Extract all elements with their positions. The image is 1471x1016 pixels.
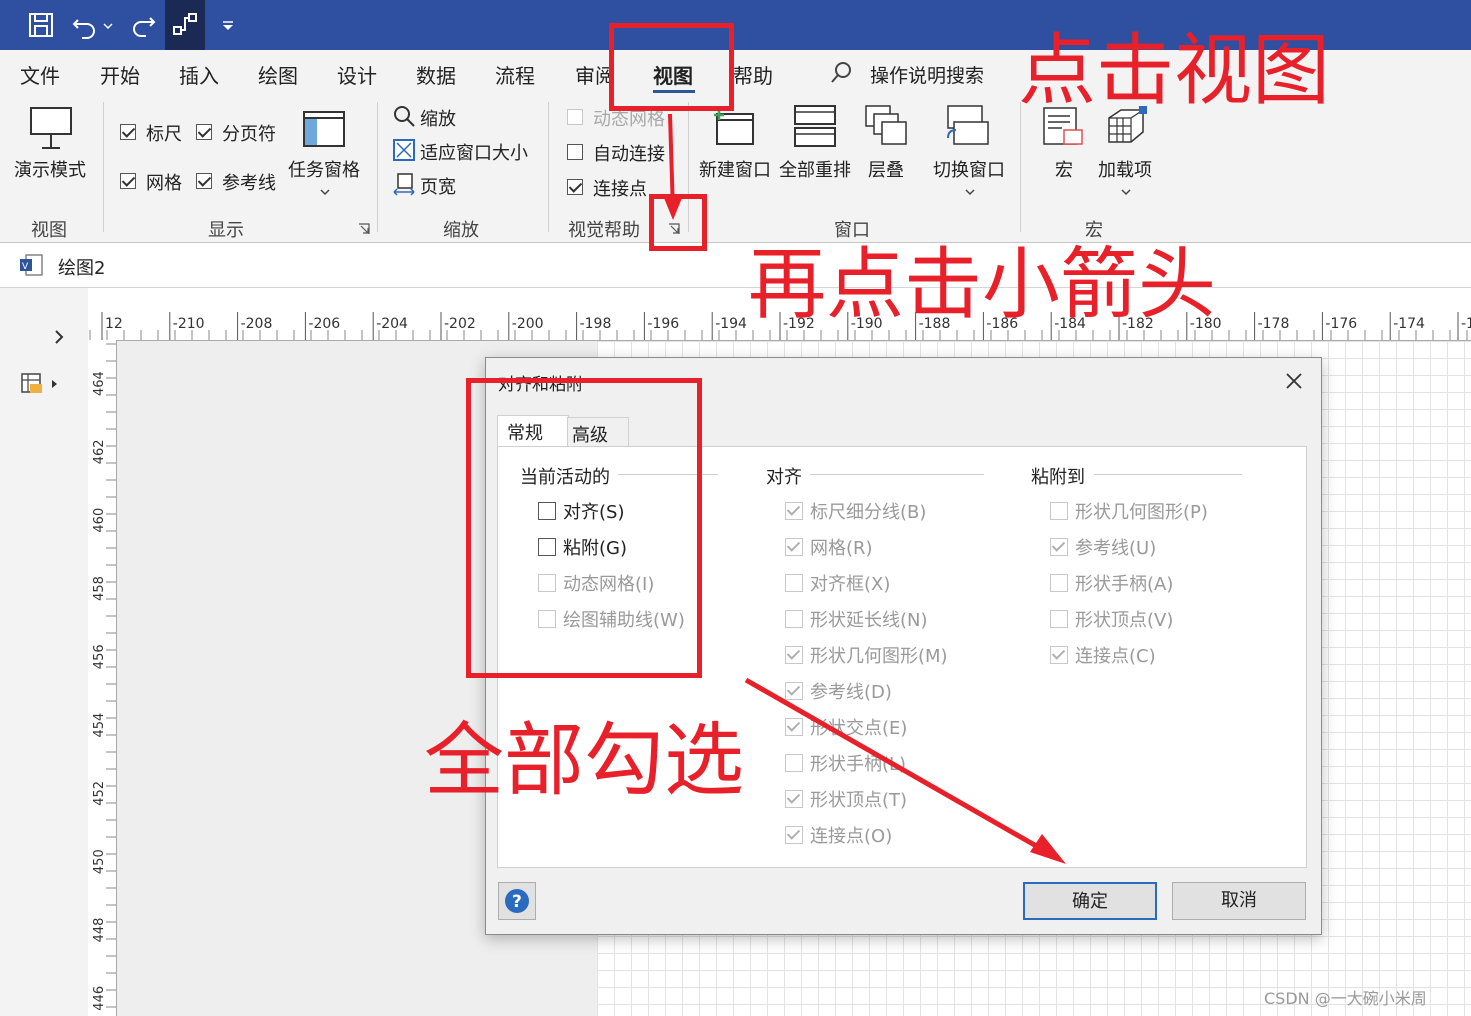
annotation-click-view: 点击视图 <box>1018 26 1331 116</box>
watermark: CSDN @一大碗小米周 <box>1264 989 1427 1008</box>
annotation-select-all: 全部勾选 <box>424 714 744 807</box>
annotation-arrows <box>664 113 1066 864</box>
annotation-click-arrow: 再点击小箭头 <box>748 240 1217 330</box>
